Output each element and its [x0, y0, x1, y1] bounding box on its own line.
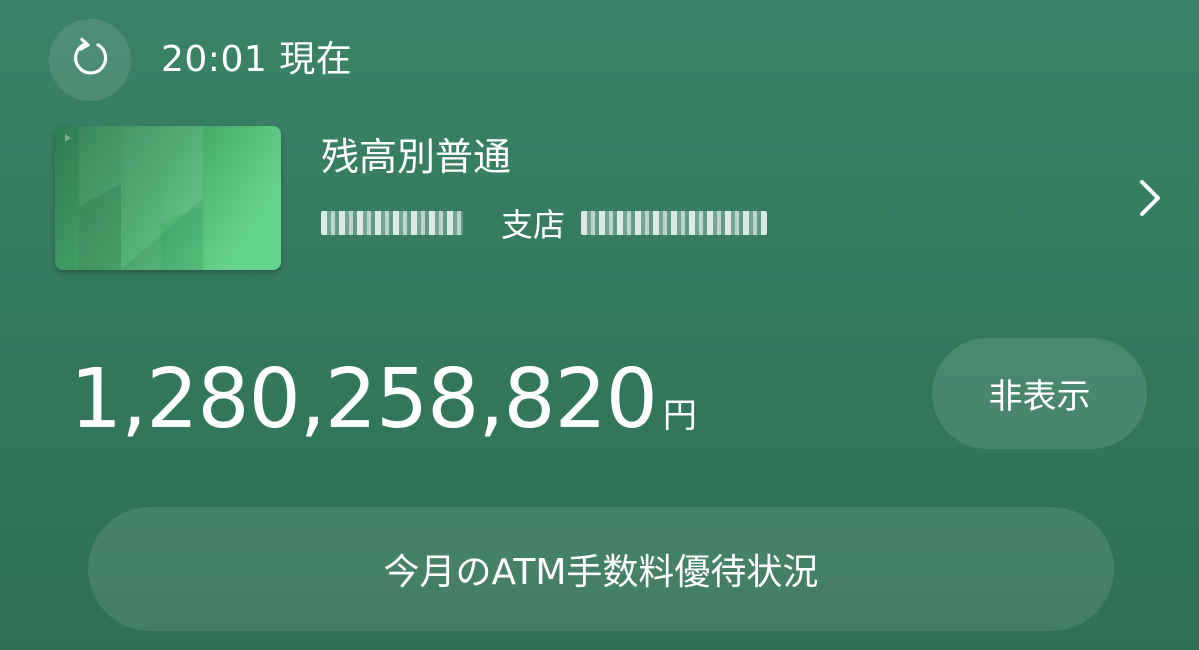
masked-account-number: [581, 211, 768, 235]
chevron-right-icon: [1135, 178, 1165, 218]
balance-unit: 円: [662, 396, 697, 436]
account-type-name: 残高別普通: [321, 135, 512, 179]
account-details: 支店: [321, 198, 768, 248]
update-timestamp: 20:01 現在: [161, 39, 353, 80]
refresh-icon: [68, 36, 112, 84]
branch-label: 支店: [501, 206, 566, 244]
refresh-button[interactable]: [49, 19, 131, 101]
hide-balance-button[interactable]: 非表示: [932, 338, 1147, 449]
atm-fee-status-button[interactable]: 今月のATM手数料優待状況: [88, 507, 1114, 631]
masked-branch-name: [321, 211, 463, 235]
balance-amount: 1,280,258,820: [70, 352, 658, 447]
account-row[interactable]: 残高別普通 支店: [55, 126, 1165, 272]
bank-card-image: [55, 126, 281, 270]
balance-display: 1,280,258,820 円: [70, 352, 697, 452]
